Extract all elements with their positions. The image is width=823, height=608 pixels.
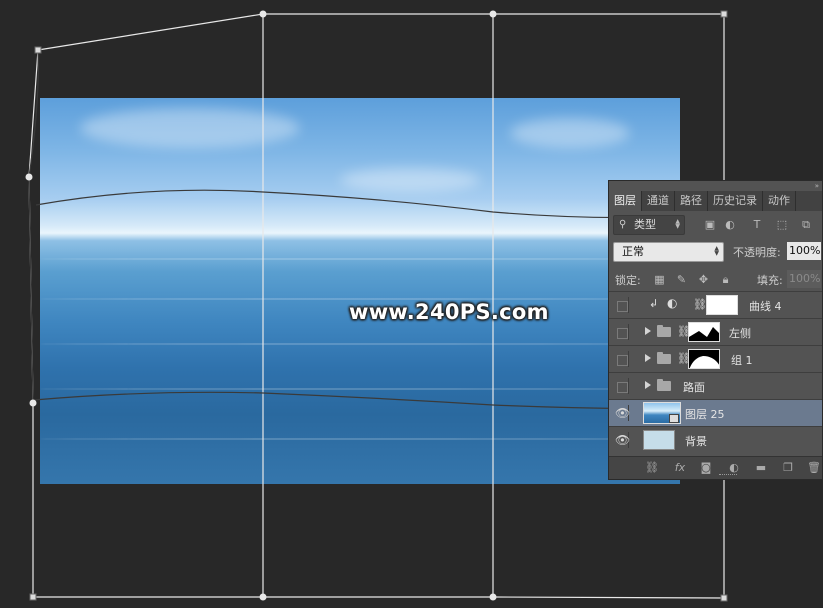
layer-name: 组 1 [731,354,753,367]
layer-row[interactable]: 路面 [609,372,822,399]
panel-tabs: 图层 通道 路径 历史记录 动作 [609,191,822,211]
warp-corner-handle [720,594,728,602]
lock-all-icon[interactable]: 🔒︎ [719,273,732,286]
layer-name: 路面 [683,381,705,394]
tab-actions[interactable]: 动作 [763,191,796,211]
warp-corner-handle [720,10,728,18]
layer-list: ↲ ◐ ⛓ 曲线 4 ⛓ 左侧 ⛓ 组 1 路面 👁︎ 图层 25 👁︎ 背景 [609,291,822,453]
layer-row-selected[interactable]: 👁︎ 图层 25 [609,399,822,426]
warp-handle [489,10,497,18]
lock-row: 锁定: ▦ ✎ ✥ 🔒︎ 填充: 100% [609,269,822,291]
tab-channels[interactable]: 通道 [642,191,675,211]
layer-row[interactable]: ⛓ 左侧 [609,318,822,345]
resize-grip[interactable] [719,474,737,478]
filter-kind-label: 类型 [634,218,656,231]
opacity-label: 不透明度: [733,246,781,259]
layer-name: 左侧 [729,327,751,340]
warp-handle [25,173,33,181]
fill-label: 填充: [757,274,783,287]
visibility-toggle[interactable]: 👁︎ [613,405,631,421]
collapse-panel-icon[interactable]: » [815,182,819,190]
folder-icon [657,325,671,337]
clip-arrow-icon: ↲ [649,297,659,310]
spinner-arrows-icon: ▲ ▼ [714,245,719,257]
visibility-toggle[interactable]: 👁︎ [613,432,631,448]
layers-panel: » 图层 通道 路径 历史记录 动作 ⚲ 类型 ▲ ▼ ▣ ◐ T ⬚ ⧉ 正常 … [608,180,823,480]
delete-layer-icon[interactable]: 🗑︎ [807,461,821,475]
layer-thumbnail [643,430,675,450]
blend-mode-select[interactable]: 正常 ▲ ▼ [613,242,724,262]
add-mask-icon[interactable]: ◙ [699,461,713,475]
visibility-toggle[interactable] [613,351,629,367]
watermark: www.240PS.com [349,300,549,324]
link-layers-icon[interactable]: ⛓ [645,461,659,475]
layer-name: 背景 [685,435,707,448]
layer-name: 曲线 4 [749,300,782,313]
blend-mode-label: 正常 [622,245,644,258]
layer-row[interactable]: ⛓ 组 1 [609,345,822,372]
eye-icon: 👁︎ [615,406,631,420]
opacity-field[interactable]: 100% [787,242,821,260]
layer-row[interactable]: ↲ ◐ ⛓ 曲线 4 [609,291,822,318]
new-layer-icon[interactable]: ❐ [781,461,795,475]
tab-paths[interactable]: 路径 [675,191,708,211]
adjustment-filter-icon[interactable]: ◐ [723,218,737,232]
layer-mask-thumbnail [688,322,720,342]
filter-kind-select[interactable]: ⚲ 类型 ▲ ▼ [613,215,685,235]
lock-label: 锁定: [615,274,641,287]
filter-row: ⚲ 类型 ▲ ▼ ▣ ◐ T ⬚ ⧉ [609,214,822,236]
search-icon: ⚲ [619,219,627,230]
smart-object-badge-icon [669,414,679,423]
expand-group-icon[interactable] [645,327,651,335]
smart-object-filter-icon[interactable]: ⧉ [799,218,813,232]
warp-handle [259,593,267,601]
folder-icon [657,379,671,391]
visibility-toggle[interactable] [613,297,629,313]
adjustment-layer-icon: ◐ [667,296,678,310]
warp-handle [489,593,497,601]
tab-history[interactable]: 历史记录 [708,191,763,211]
tab-layers[interactable]: 图层 [609,191,642,211]
new-group-icon[interactable]: ▬ [754,461,768,475]
lock-move-icon[interactable]: ✥ [697,273,710,286]
visibility-toggle[interactable] [613,378,629,394]
expand-group-icon[interactable] [645,381,651,389]
new-adjustment-icon[interactable]: ◐ [727,461,741,475]
warp-corner-handle [29,593,37,601]
fx-icon[interactable]: fx [673,461,687,475]
warp-corner-handle [34,46,42,54]
warp-grid-line [261,13,264,598]
spinner-arrows-icon: ▲ ▼ [675,218,680,230]
shape-filter-icon[interactable]: ⬚ [775,218,789,232]
layer-mask-thumbnail [688,349,720,369]
layer-name: 图层 25 [685,408,725,421]
blend-row: 正常 ▲ ▼ 不透明度: 100% [609,241,822,263]
image-filter-icon[interactable]: ▣ [703,218,717,232]
warp-handle [29,399,37,407]
layer-row[interactable]: 👁︎ 背景 [609,426,822,453]
expand-group-icon[interactable] [645,354,651,362]
layer-mask-thumbnail [706,295,738,315]
folder-icon [657,352,671,364]
panel-footer: ⛓ fx ◙ ◐ ▬ ❐ 🗑︎ [609,456,822,479]
eye-icon: 👁︎ [615,433,631,447]
lock-transparent-icon[interactable]: ▦ [653,273,666,286]
fill-field[interactable]: 100% [787,270,821,288]
visibility-toggle[interactable] [613,324,629,340]
type-filter-icon[interactable]: T [750,218,764,232]
warp-handle [259,10,267,18]
lock-brush-icon[interactable]: ✎ [675,273,688,286]
chain-icon: ⛓ [693,298,707,311]
